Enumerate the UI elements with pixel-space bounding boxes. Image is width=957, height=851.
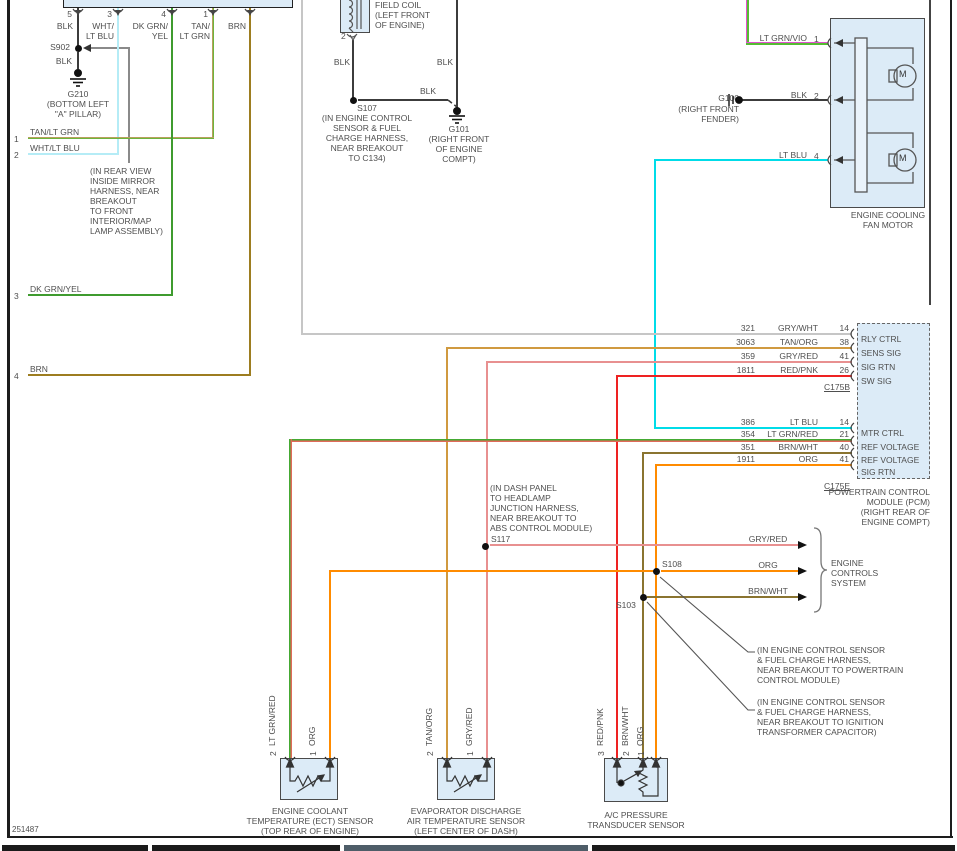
fan-pin-arrow-icon xyxy=(835,39,843,164)
symbol-layer xyxy=(70,0,917,797)
wiring-diagram-page: 251487 5 BLK 3 WHT/ LT BLU 4 DK GRN/ YEL… xyxy=(0,0,957,851)
evap-thermistor-icon xyxy=(441,756,493,793)
s108-leader-line xyxy=(659,576,755,653)
fan-pin-icon xyxy=(827,37,832,166)
pcm-pin-icon xyxy=(850,328,855,471)
fan-motor-icon xyxy=(834,37,917,193)
field-coil-icon xyxy=(346,0,362,42)
ground-g210-icon xyxy=(70,69,86,87)
s107-g101-link xyxy=(447,99,458,108)
ecs-brace xyxy=(813,527,828,613)
ground-g101-icon xyxy=(449,107,465,124)
s103-leader-line xyxy=(646,601,755,711)
ect-thermistor-icon xyxy=(284,756,336,793)
connector-pin-arrow-icon xyxy=(75,10,253,16)
ground-g100-icon xyxy=(728,94,743,106)
ac-transducer-icon xyxy=(611,756,662,797)
connector-pin-icon xyxy=(72,8,256,14)
